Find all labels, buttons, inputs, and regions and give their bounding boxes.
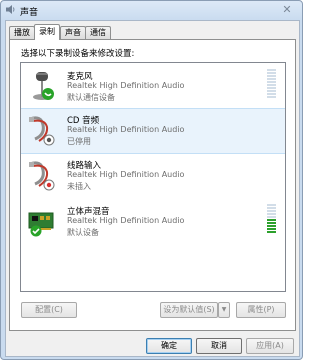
microphone-icon: [33, 72, 54, 100]
meter-segment: [267, 231, 276, 233]
meter-segment: [267, 72, 276, 74]
cd-audio-cable-icon: [29, 116, 55, 146]
title-bar[interactable]: 声音 ✕: [1, 1, 302, 19]
meter-segment: [267, 75, 276, 77]
tab-sounds[interactable]: 声音: [60, 26, 86, 39]
phone-badge-icon: [42, 88, 54, 100]
ok-button[interactable]: 确定: [146, 338, 192, 354]
speaker-icon: [6, 5, 15, 14]
recording-device-list[interactable]: 麦克风 Realtek High Definition Audio 默认通信设备…: [20, 62, 286, 292]
device-status: 默认设备: [67, 228, 99, 237]
meter-segment: [267, 78, 276, 80]
device-driver: Realtek High Definition Audio: [67, 216, 185, 225]
sound-card-icon: [28, 212, 54, 237]
meter-segment: [267, 225, 276, 227]
meter-segment: [267, 87, 276, 89]
instruction-text: 选择以下录制设备来修改设置:: [21, 49, 135, 59]
device-item-microphone[interactable]: 麦克风 Realtek High Definition Audio 默认通信设备: [21, 65, 285, 109]
device-item-stereo-mix[interactable]: 立体声混音 Realtek High Definition Audio 默认设备: [21, 200, 285, 244]
meter-segment: [267, 219, 276, 221]
close-icon[interactable]: ✕: [277, 4, 297, 16]
tab-communications[interactable]: 通信: [85, 26, 111, 39]
meter-segment: [267, 81, 276, 83]
meter-segment: [267, 69, 276, 71]
tab-playback[interactable]: 播放: [9, 26, 35, 39]
device-driver: Realtek High Definition Audio: [67, 125, 185, 134]
meter-segment: [267, 84, 276, 86]
device-item-cd-audio[interactable]: CD 音频 Realtek High Definition Audio 已停用: [21, 108, 285, 154]
device-driver: Realtek High Definition Audio: [67, 81, 185, 90]
meter-segment: [267, 213, 276, 215]
meter-segment: [267, 204, 276, 206]
device-driver: Realtek High Definition Audio: [67, 170, 185, 179]
meter-segment: [267, 207, 276, 209]
device-status: 已停用: [67, 137, 91, 146]
meter-segment: [267, 228, 276, 230]
dialog-client-area: 播放 录制 声音 通信 选择以下录制设备来修改设置: 麦克风 Realtek H…: [5, 20, 300, 357]
sound-dialog-window: 声音 ✕ 播放 录制 声音 通信 选择以下录制设备来修改设置: 麦克风 Real…: [0, 0, 303, 360]
meter-segment: [267, 210, 276, 212]
meter-segment: [267, 222, 276, 224]
device-item-line-in[interactable]: 线路输入 Realtek High Definition Audio 未插入: [21, 154, 285, 198]
meter-segment: [267, 96, 276, 98]
recording-panel: 选择以下录制设备来修改设置: 麦克风 Realtek High Definiti…: [9, 39, 296, 331]
set-default-button[interactable]: 设为默认值(S): [160, 302, 218, 318]
level-meter: [267, 69, 276, 99]
device-status: 默认通信设备: [67, 93, 115, 102]
tab-recording[interactable]: 录制: [34, 24, 60, 40]
apply-button[interactable]: 应用(A): [246, 338, 294, 354]
meter-segment: [267, 216, 276, 218]
meter-segment: [267, 90, 276, 92]
meter-segment: [267, 93, 276, 95]
window-title: 声音: [20, 8, 39, 18]
configure-button[interactable]: 配置(C): [21, 302, 77, 318]
line-in-cable-icon: [29, 161, 55, 191]
level-meter: [267, 204, 276, 234]
set-default-dropdown-arrow[interactable]: ▼: [218, 302, 230, 318]
properties-button[interactable]: 属性(P): [236, 302, 286, 318]
device-status: 未插入: [67, 182, 91, 191]
cancel-button[interactable]: 取消: [196, 338, 242, 354]
